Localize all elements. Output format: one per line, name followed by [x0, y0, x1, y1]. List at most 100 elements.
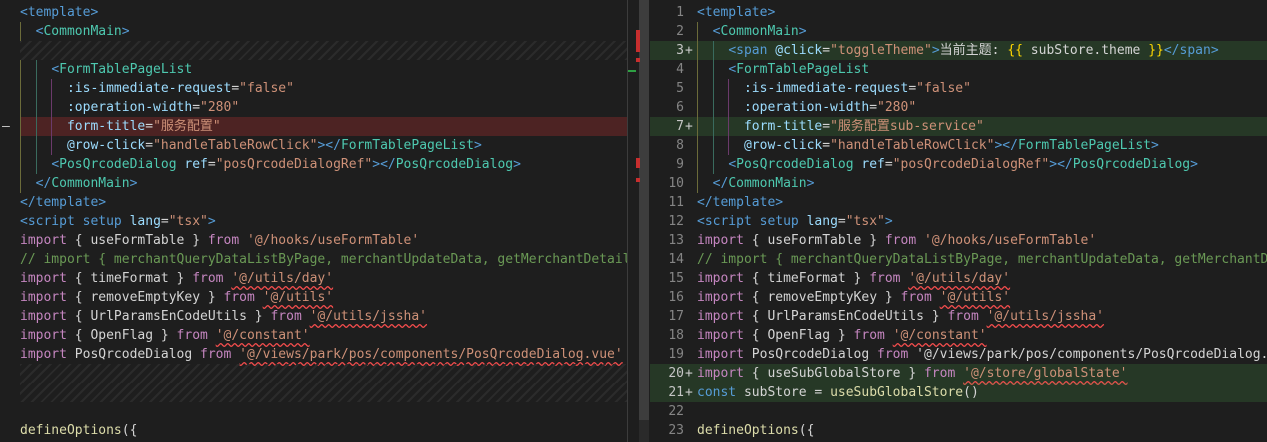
code-line[interactable]: import { useFormTable } from '@/hooks/us…	[20, 231, 627, 250]
line-number: 22	[668, 404, 684, 419]
code-text: <template>	[20, 5, 99, 20]
code-line[interactable]	[20, 402, 627, 421]
code-text: // import { merchantQueryDataListByPage,…	[697, 252, 1267, 267]
scrollbar-thumb[interactable]	[639, 0, 649, 420]
line-number: 21	[668, 385, 684, 400]
line-number: 7	[676, 119, 684, 134]
code-line[interactable]: </CommonMain>	[20, 174, 627, 193]
code-text: import { UrlParamsEnCodeUtils } from '@/…	[697, 309, 1105, 324]
code-line[interactable]: @row-click="handleTableRowClick"></FormT…	[20, 136, 627, 155]
code-text: defineOptions({	[697, 423, 815, 438]
diff-filler-row[interactable]	[20, 383, 627, 402]
inserted-line[interactable]: 7 + form-title="服务配置sub-service"	[650, 117, 1267, 136]
code-line[interactable]: 16 import { removeEmptyKey } from '@/util…	[650, 288, 1267, 307]
modified-file-pane[interactable]: 1 <template> 2 <CommonMain> 3 + <span @click…	[650, 0, 1267, 442]
code-line[interactable]: </template>	[20, 193, 627, 212]
code-line[interactable]: 15 import { timeFormat } from '@/utils/da…	[650, 269, 1267, 288]
code-text: import { useFormTable } from '@/hooks/us…	[697, 233, 1097, 248]
code-line[interactable]: 13 import { useFormTable } from '@/hooks/…	[650, 231, 1267, 250]
code-line[interactable]: defineOptions({	[20, 421, 627, 440]
code-line[interactable]: 11 </template>	[650, 193, 1267, 212]
code-text: form-title="服务配置sub-service"	[743, 119, 984, 134]
code-line[interactable]: <template>	[20, 3, 627, 22]
code-text: @row-click="handleTableRowClick"></FormT…	[743, 138, 1159, 153]
code-line[interactable]: import { removeEmptyKey } from '@/utils'	[20, 288, 627, 307]
code-text: import { useFormTable } from '@/hooks/us…	[20, 233, 420, 248]
code-line[interactable]: 17 import { UrlParamsEnCodeUtils } from '…	[650, 307, 1267, 326]
overview-ruler[interactable]	[627, 0, 650, 442]
code-line[interactable]: 4 <FormTablePageList	[650, 60, 1267, 79]
code-line[interactable]: import { timeFormat } from '@/utils/day'	[20, 269, 627, 288]
code-text: import PosQrcodeDialog from '@/views/par…	[20, 347, 623, 362]
code-line[interactable]: 14 // import { merchantQueryDataListByPag…	[650, 250, 1267, 269]
ruler-deletion-mark	[636, 158, 640, 168]
line-number: 10	[668, 176, 684, 191]
code-text: // import { merchantQueryDataListByPage,…	[20, 252, 627, 267]
code-text: <FormTablePageList	[51, 62, 193, 77]
ruler-deletion-mark	[636, 178, 640, 182]
code-text: </template>	[697, 195, 784, 210]
line-number: 1	[676, 5, 684, 20]
code-line[interactable]: 22	[650, 402, 1267, 421]
code-line[interactable]: import PosQrcodeDialog from '@/views/par…	[20, 345, 627, 364]
code-text: import { useSubGlobalStore } from '@/sto…	[697, 366, 1128, 381]
code-text: defineOptions({	[20, 423, 138, 438]
insert-marker: +	[685, 119, 693, 134]
insert-marker: +	[685, 366, 693, 381]
line-number: 6	[676, 100, 684, 115]
original-file-pane[interactable]: <template> <CommonMain> <FormTablePageLi…	[0, 0, 627, 442]
insert-marker: +	[685, 385, 693, 400]
line-number: 8	[676, 138, 684, 153]
code-line[interactable]: :operation-width="280"	[20, 98, 627, 117]
code-text: <script setup lang="tsx">	[697, 214, 893, 229]
code-line[interactable]: 2 <CommonMain>	[650, 22, 1267, 41]
code-line[interactable]: import { UrlParamsEnCodeUtils } from '@/…	[20, 307, 627, 326]
code-line[interactable]: 18 import { OpenFlag } from '@/constant'	[650, 326, 1267, 345]
diff-filler-row[interactable]	[20, 364, 627, 383]
code-line[interactable]: 9 <PosQrcodeDialog ref="posQrcodeDialogR…	[650, 155, 1267, 174]
code-text: <CommonMain>	[712, 24, 807, 39]
code-line[interactable]: 5 :is-immediate-request="false"	[650, 79, 1267, 98]
line-number: 13	[668, 233, 684, 248]
code-line[interactable]: 23 defineOptions({	[650, 421, 1267, 440]
code-text: <span @click="toggleTheme">当前主题: {{ subS…	[728, 43, 1219, 58]
code-line[interactable]: 6 :operation-width="280"	[650, 98, 1267, 117]
diff-filler-row[interactable]	[20, 41, 627, 60]
code-line[interactable]: <PosQrcodeDialog ref="posQrcodeDialogRef…	[20, 155, 627, 174]
code-line[interactable]: 1 <template>	[650, 3, 1267, 22]
code-line[interactable]: <FormTablePageList	[20, 60, 627, 79]
delete-marker: —	[2, 119, 10, 134]
code-line[interactable]: <CommonMain>	[20, 22, 627, 41]
original-code-lines: <template> <CommonMain> <FormTablePageLi…	[2, 3, 627, 440]
code-text: </CommonMain>	[35, 176, 138, 191]
code-text: </template>	[20, 195, 107, 210]
diff-editor: <template> <CommonMain> <FormTablePageLi…	[0, 0, 1267, 442]
inserted-line[interactable]: 20 + import { useSubGlobalStore } from '@/…	[650, 364, 1267, 383]
code-text: import { OpenFlag } from '@/constant'	[20, 328, 310, 343]
code-line[interactable]: 8 @row-click="handleTableRowClick"></For…	[650, 136, 1267, 155]
code-line[interactable]: 12 <script setup lang="tsx">	[650, 212, 1267, 231]
code-line[interactable]: 10 </CommonMain>	[650, 174, 1267, 193]
modified-code-lines: 1 <template> 2 <CommonMain> 3 + <span @click…	[650, 3, 1267, 440]
code-text: import { OpenFlag } from '@/constant'	[697, 328, 987, 343]
insert-marker: +	[685, 43, 693, 58]
deleted-line[interactable]: — form-title="服务配置"	[2, 117, 627, 136]
line-number: 4	[676, 62, 684, 77]
ruler-deletion-mark	[636, 30, 640, 52]
inserted-line[interactable]: 21 + const subStore = useSubGlobalStore()	[650, 383, 1267, 402]
line-number: 17	[668, 309, 684, 324]
line-number: 3	[676, 43, 684, 58]
code-line[interactable]: // import { merchantQueryDataListByPage,…	[20, 250, 627, 269]
code-line[interactable]: 19 import PosQrcodeDialog from '@/views/p…	[650, 345, 1267, 364]
code-line[interactable]: <script setup lang="tsx">	[20, 212, 627, 231]
inserted-line[interactable]: 3 + <span @click="toggleTheme">当前主题: {{ s…	[650, 41, 1267, 60]
line-number: 12	[668, 214, 684, 229]
pane-divider[interactable]	[627, 0, 628, 442]
code-text: form-title="服务配置"	[66, 119, 221, 134]
line-number: 23	[668, 423, 684, 438]
code-line[interactable]: :is-immediate-request="false"	[20, 79, 627, 98]
code-line[interactable]: import { OpenFlag } from '@/constant'	[20, 326, 627, 345]
line-number: 14	[668, 252, 684, 267]
code-text: import { timeFormat } from '@/utils/day'	[20, 271, 334, 286]
line-number: 19	[668, 347, 684, 362]
